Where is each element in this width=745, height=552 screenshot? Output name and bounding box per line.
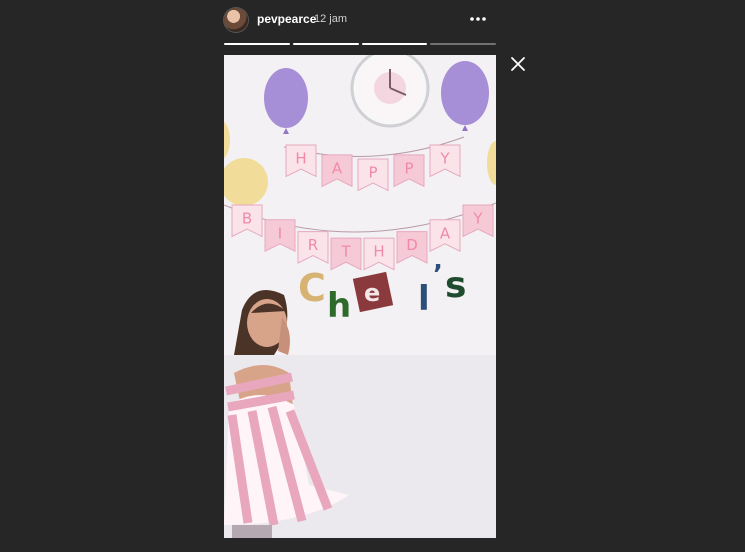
banner-letter: Y — [439, 150, 450, 168]
wall-clock — [350, 55, 430, 128]
progress-segment — [430, 43, 496, 45]
username[interactable]: pevpearce — [257, 12, 316, 26]
story-photo: H A P P Y B I R T H D A Y C h e l ’ s — [224, 55, 496, 538]
banner-letter: P — [368, 164, 377, 182]
story-image[interactable]: H A P P Y B I R T H D A Y C h e l ’ s — [224, 55, 496, 538]
progress-segment — [224, 43, 290, 45]
timestamp: 12 jam — [314, 13, 348, 25]
banner-letter: P — [404, 159, 413, 177]
letter-c: C — [298, 266, 326, 310]
letter-s: s — [445, 265, 466, 306]
banner-letter: D — [406, 236, 418, 254]
progress-segment — [292, 43, 359, 45]
letter-l: l — [418, 279, 430, 319]
letter-h: h — [327, 286, 351, 326]
letter-apostrophe: ’ — [433, 260, 443, 290]
banner-letter: A — [440, 224, 451, 242]
story-header: pevpearce 12 jam — [224, 6, 496, 34]
avatar[interactable] — [224, 8, 248, 32]
banner-letter: I — [278, 224, 282, 242]
banner-letter: B — [242, 210, 252, 228]
banner-letter: T — [340, 243, 351, 261]
more-horizontal-icon[interactable] — [468, 9, 488, 29]
close-icon[interactable] — [509, 55, 527, 73]
letter-e: e — [364, 279, 380, 307]
banner-letter: H — [295, 150, 306, 168]
progress-segment — [361, 43, 428, 45]
banner-letter: H — [373, 243, 384, 261]
banner-letter: R — [308, 236, 318, 254]
banner-letter: A — [332, 159, 343, 177]
story-progress — [224, 43, 496, 45]
banner-letter: Y — [472, 210, 483, 228]
